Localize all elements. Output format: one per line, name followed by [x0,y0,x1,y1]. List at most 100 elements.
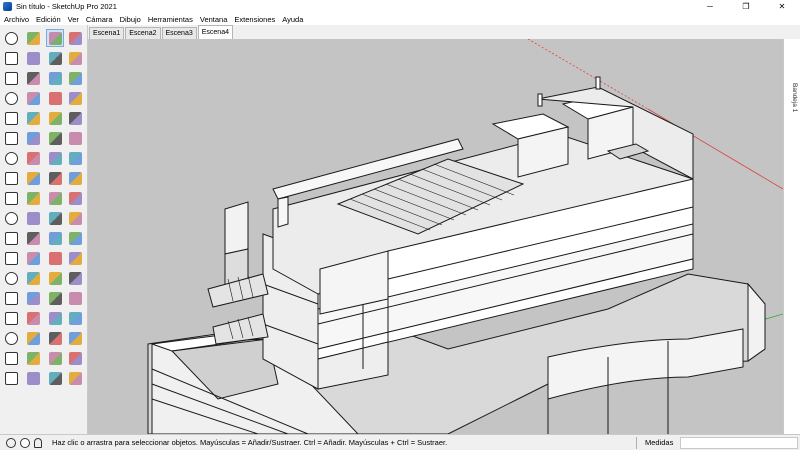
menu-herramientas[interactable]: Herramientas [146,15,198,24]
house-small-icon[interactable] [24,89,42,107]
rotate-icon[interactable] [2,109,20,127]
rotated-rect-icon[interactable] [66,89,84,107]
tab-escena4[interactable]: Escena4 [197,25,233,39]
upper-wall-left [224,201,249,255]
pie-icon[interactable] [66,109,84,127]
follow-me-icon[interactable] [66,169,84,187]
arrows-icon[interactable] [24,249,42,267]
text-icon[interactable] [46,289,64,307]
cube-yellow-icon[interactable] [24,129,42,147]
cloud-icon[interactable] [2,89,20,107]
house-line-icon[interactable] [24,69,42,87]
section-icon[interactable] [2,149,20,167]
menu-ver[interactable]: Ver [66,15,84,24]
model-icon[interactable] [2,209,20,227]
position-icon[interactable] [46,369,64,387]
dimension-icon[interactable] [46,309,64,327]
camera-icon[interactable] [2,189,20,207]
zoom-window-icon[interactable] [66,309,84,327]
style-icon[interactable] [2,269,20,287]
ellipse-icon[interactable] [66,129,84,147]
orbit-icon[interactable] [24,29,42,47]
rect-icon[interactable] [46,89,64,107]
line-icon[interactable] [24,309,42,327]
close-button[interactable]: ✕ [764,0,800,13]
tape-icon[interactable] [46,269,64,287]
line-draw-icon[interactable] [46,69,64,87]
instructor-icon[interactable] [2,29,20,47]
move-copy-icon[interactable] [66,189,84,207]
text3d-icon[interactable] [66,289,84,307]
teapot-icon[interactable] [2,49,20,67]
cube-gray-icon[interactable] [24,149,42,167]
scale-icon[interactable] [46,229,64,247]
eraser-icon[interactable] [66,49,84,67]
zoom-icon[interactable] [24,329,42,347]
freehand-icon[interactable] [66,69,84,87]
warehouse-icon[interactable] [2,169,20,187]
pan-icon[interactable] [24,349,42,367]
search-icon[interactable] [2,349,20,367]
model-viewport[interactable] [88,39,783,434]
stairs-icon[interactable] [24,269,42,287]
select-icon[interactable] [46,29,64,47]
axes-icon[interactable] [46,329,64,347]
eye-icon-glyph [68,351,82,365]
menu-archivo[interactable]: Archivo [2,15,34,24]
help-icon[interactable] [2,329,20,347]
menu-ventana[interactable]: Ventana [198,15,233,24]
tray-label[interactable]: Bandeja 1 [788,83,798,112]
rotate-tool-icon[interactable] [46,209,64,227]
component-select-icon[interactable] [66,29,84,47]
menu-extensiones[interactable]: Extensiones [232,15,280,24]
arc3-icon[interactable] [66,149,84,167]
paint-cube-icon[interactable] [24,189,42,207]
minimize-button[interactable]: ─ [692,0,728,13]
move-icon[interactable] [46,189,64,207]
flip-icon[interactable] [66,229,84,247]
walk-icon[interactable] [24,369,42,387]
section-icon-glyph [4,151,18,165]
building-model[interactable] [88,39,783,434]
rotate-copy-icon[interactable] [66,209,84,227]
protractor-icon[interactable] [66,269,84,287]
tab-escena2[interactable]: Escena2 [125,27,161,39]
paint-icon[interactable] [46,49,64,67]
house-solid-icon[interactable] [24,109,42,127]
arrow-blue-icon[interactable] [24,209,42,227]
info-icon[interactable] [2,369,20,387]
cube-green-icon[interactable] [24,169,42,187]
eye-icon[interactable] [66,349,84,367]
cube-icon[interactable] [24,49,42,67]
arc-icon[interactable] [46,149,64,167]
scene-icon[interactable] [2,289,20,307]
footprint-icon[interactable] [66,369,84,387]
offset-icon[interactable] [46,249,64,267]
menu-dibujo[interactable]: Dibujo [118,15,146,24]
menu-camara[interactable]: Cámara [84,15,118,24]
circle-icon[interactable] [46,109,64,127]
arrows-split-icon[interactable] [24,289,42,307]
house-icon[interactable] [2,69,20,87]
push-pull-icon[interactable] [46,169,64,187]
menu-ayuda[interactable]: Ayuda [280,15,308,24]
restore-button[interactable]: ❐ [728,0,764,13]
intersect-icon[interactable] [66,249,84,267]
separator-icon[interactable] [2,129,20,147]
geolocation-icon[interactable] [6,437,16,448]
tab-escena1[interactable]: Escena1 [89,27,125,39]
user-icon[interactable] [34,437,42,448]
follow-icon[interactable] [24,229,42,247]
credits-icon[interactable] [20,437,30,448]
sketchup-logo-icon [3,2,12,11]
layers-icon[interactable] [2,249,20,267]
polygon-icon[interactable] [46,129,64,147]
look-icon[interactable] [46,349,64,367]
component-icon[interactable] [2,229,20,247]
measurements-input[interactable] [680,437,798,449]
tab-escena3[interactable]: Escena3 [161,27,197,39]
zoom-extents-icon[interactable] [66,329,84,347]
right-tray[interactable]: Bandeja 1 [783,39,800,434]
menu-edicion[interactable]: Edición [34,15,66,24]
outliner-icon[interactable] [2,309,20,327]
